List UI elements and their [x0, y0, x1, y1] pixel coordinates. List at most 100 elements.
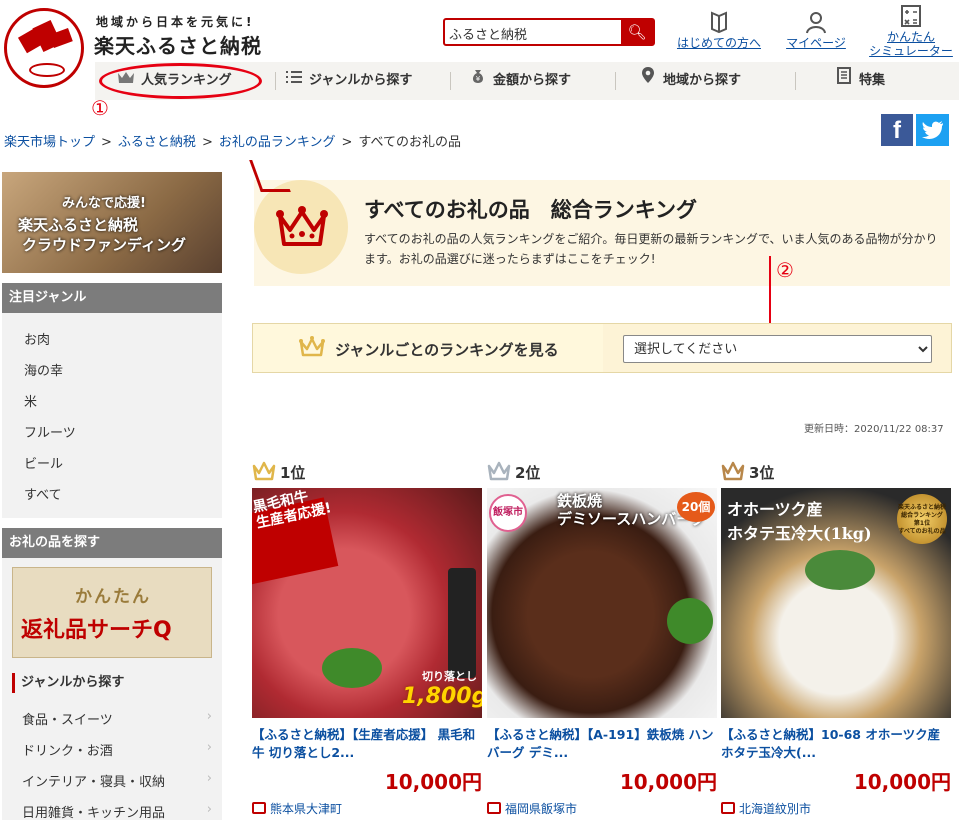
- product-image[interactable]: 飯塚市 鉄板焼 デミソースハンバーグ 20個: [487, 488, 717, 718]
- municipality-name[interactable]: 北海道紋別市: [739, 802, 811, 816]
- money-bag-icon: ¥: [469, 62, 487, 100]
- breadcrumb-separator: >: [341, 135, 353, 150]
- genre-dropdown[interactable]: 選択してください: [623, 335, 932, 363]
- easy-search-banner[interactable]: かんたん 返礼品サーチQ: [12, 567, 212, 658]
- item-search-heading: お礼の品を探す: [2, 528, 222, 558]
- genre-search-heading: ジャンルから探す: [12, 673, 124, 693]
- user-icon: [805, 10, 827, 34]
- breadcrumb-link[interactable]: 楽天市場トップ: [4, 135, 95, 150]
- crown-icon: [274, 204, 330, 250]
- genre-link-drink[interactable]: ドリンク・お酒 ›: [22, 740, 212, 759]
- municipality-link[interactable]: 北海道紋別市: [721, 800, 811, 817]
- product-name[interactable]: 【ふるさと納税】【A-191】鉄板焼 ハンバーグ デミ...: [487, 726, 717, 762]
- rakuten-furusato-logo[interactable]: [4, 8, 84, 88]
- genre-ranking-selector: ジャンルごとのランキングを見る 選択してください: [252, 323, 952, 373]
- municipality-name[interactable]: 熊本県大津町: [270, 802, 342, 816]
- image-label: 20個: [677, 492, 715, 522]
- map-pin-icon: [639, 62, 657, 100]
- header-link-mypage[interactable]: マイページ: [771, 10, 861, 50]
- breadcrumb: 楽天市場トップ > ふるさと納税 > お礼の品ランキング > すべてのお礼の品: [4, 131, 461, 150]
- genre-link-interior[interactable]: インテリア・寝具・収納 ›: [22, 771, 212, 790]
- annotation-number-1: ①: [91, 96, 109, 120]
- crown-icon: [721, 461, 745, 481]
- ranking-medal-badge: 楽天ふるさと納税 総合ランキング 第1位 すべてのお礼の品: [897, 494, 947, 544]
- annotation-number-2: ②: [776, 258, 794, 282]
- nav-label[interactable]: 特集: [859, 73, 885, 88]
- ranking-item[interactable]: 2位 飯塚市 鉄板焼 デミソースハンバーグ 20個 【ふるさと納税】【A-191…: [487, 460, 717, 820]
- nav-label[interactable]: ジャンルから探す: [309, 73, 412, 88]
- chevron-right-icon: ›: [206, 740, 212, 755]
- product-name[interactable]: 【ふるさと納税】【生産者応援】 黒毛和牛 切り落とし2...: [252, 726, 482, 762]
- breadcrumb-separator: >: [101, 135, 112, 150]
- featured-genre-link[interactable]: 海の幸: [24, 360, 63, 379]
- header-link-simulator[interactable]: かんたん シミュレーター: [866, 4, 956, 58]
- search-icon: 🔍︎: [627, 23, 647, 41]
- nav-label[interactable]: 金額から探す: [493, 73, 571, 88]
- ranking-item[interactable]: 3位 オホーツク産 ホタテ玉冷大(1kg) 楽天ふるさと納税 総合ランキング 第…: [721, 460, 951, 820]
- crown-icon: [252, 461, 276, 481]
- header-link-beginners[interactable]: はじめての方へ: [674, 10, 764, 50]
- product-image[interactable]: 黒毛和牛 生産者応援! 切り落とし 1,800g: [252, 488, 482, 718]
- municipality-icon: [721, 802, 735, 814]
- crown-icon: [487, 461, 511, 481]
- banner-line: みんなで応援!: [62, 196, 146, 211]
- product-name[interactable]: 【ふるさと納税】10-68 オホーツク産ホタテ玉冷大(...: [721, 726, 951, 762]
- rank-number: 1位: [280, 464, 306, 482]
- header-link-label[interactable]: マイページ: [771, 36, 861, 50]
- genre-select-area: 選択してください: [603, 324, 951, 372]
- breadcrumb-link[interactable]: お礼の品ランキング: [219, 135, 336, 150]
- featured-genre-list: お肉 海の幸 米 フルーツ ビール すべて: [2, 313, 222, 518]
- annotation-arrow: [769, 256, 771, 330]
- chevron-right-icon: ›: [206, 771, 212, 786]
- search-banner-line: 返礼品サーチQ: [21, 618, 172, 643]
- breadcrumb-link[interactable]: ふるさと納税: [118, 135, 196, 150]
- list-icon: [285, 62, 303, 100]
- image-label: 1,800g: [402, 684, 482, 709]
- calculator-icon: [900, 4, 922, 28]
- nav-divider: [450, 72, 451, 90]
- featured-genre-link[interactable]: 米: [24, 391, 37, 410]
- twitter-share-icon[interactable]: [916, 114, 949, 146]
- search-button[interactable]: 🔍︎: [621, 20, 653, 44]
- crowdfunding-banner[interactable]: みんなで応援! 楽天ふるさと納税 クラウドファンディング: [2, 172, 222, 273]
- banner-line: 楽天ふるさと納税: [18, 216, 139, 234]
- municipality-link[interactable]: 福岡県飯塚市: [487, 800, 577, 817]
- genre-link-label[interactable]: インテリア・寝具・収納: [22, 775, 165, 790]
- updated-timestamp: 更新日時：2020/11/22 08:37: [804, 424, 944, 435]
- featured-genre-link[interactable]: お肉: [24, 329, 50, 348]
- product-image[interactable]: オホーツク産 ホタテ玉冷大(1kg) 楽天ふるさと納税 総合ランキング 第1位 …: [721, 488, 951, 718]
- genre-ranking-label: ジャンルごとのランキングを見る: [335, 341, 559, 359]
- ranking-item[interactable]: 1位 黒毛和牛 生産者応援! 切り落とし 1,800g 【ふるさと納税】【生産者…: [252, 460, 482, 820]
- crown-icon: [299, 336, 325, 362]
- nav-region[interactable]: 地域から探す: [639, 62, 741, 100]
- site-brand-name[interactable]: 楽天ふるさと納税: [94, 30, 262, 59]
- image-label: 切り落とし: [422, 670, 477, 683]
- genre-link-food[interactable]: 食品・スイーツ ›: [22, 709, 212, 728]
- rank-number: 3位: [749, 464, 775, 482]
- nav-price[interactable]: ¥ 金額から探す: [469, 62, 571, 100]
- municipality-link[interactable]: 熊本県大津町: [252, 800, 342, 817]
- genre-link-label[interactable]: 食品・スイーツ: [22, 713, 113, 728]
- search-box: 🔍︎: [443, 18, 655, 46]
- rank-number: 2位: [515, 464, 541, 482]
- book-icon: [708, 10, 730, 34]
- breadcrumb-separator: >: [201, 135, 213, 150]
- nav-special[interactable]: 特集: [835, 62, 885, 100]
- featured-genre-link[interactable]: フルーツ: [24, 422, 76, 441]
- genre-link-daily-goods[interactable]: 日用雑貨・キッチン用品 ›: [22, 802, 212, 821]
- nav-divider: [615, 72, 616, 90]
- featured-genre-link[interactable]: すべて: [24, 484, 62, 503]
- nav-divider: [275, 72, 276, 90]
- nav-label[interactable]: 地域から探す: [663, 73, 741, 88]
- featured-genre-link[interactable]: ビール: [24, 453, 63, 472]
- municipality-name[interactable]: 福岡県飯塚市: [505, 802, 577, 816]
- image-label: オホーツク産 ホタテ玉冷大(1kg): [727, 500, 872, 543]
- genre-link-label[interactable]: 日用雑貨・キッチン用品: [22, 806, 165, 821]
- facebook-share-icon[interactable]: f: [881, 114, 913, 146]
- nav-genre[interactable]: ジャンルから探す: [285, 62, 412, 100]
- municipality-icon: [252, 802, 266, 814]
- genre-link-label[interactable]: ドリンク・お酒: [22, 744, 113, 759]
- header-link-label[interactable]: かんたん シミュレーター: [866, 30, 956, 58]
- search-input[interactable]: [449, 23, 619, 43]
- header-link-label[interactable]: はじめての方へ: [674, 36, 764, 50]
